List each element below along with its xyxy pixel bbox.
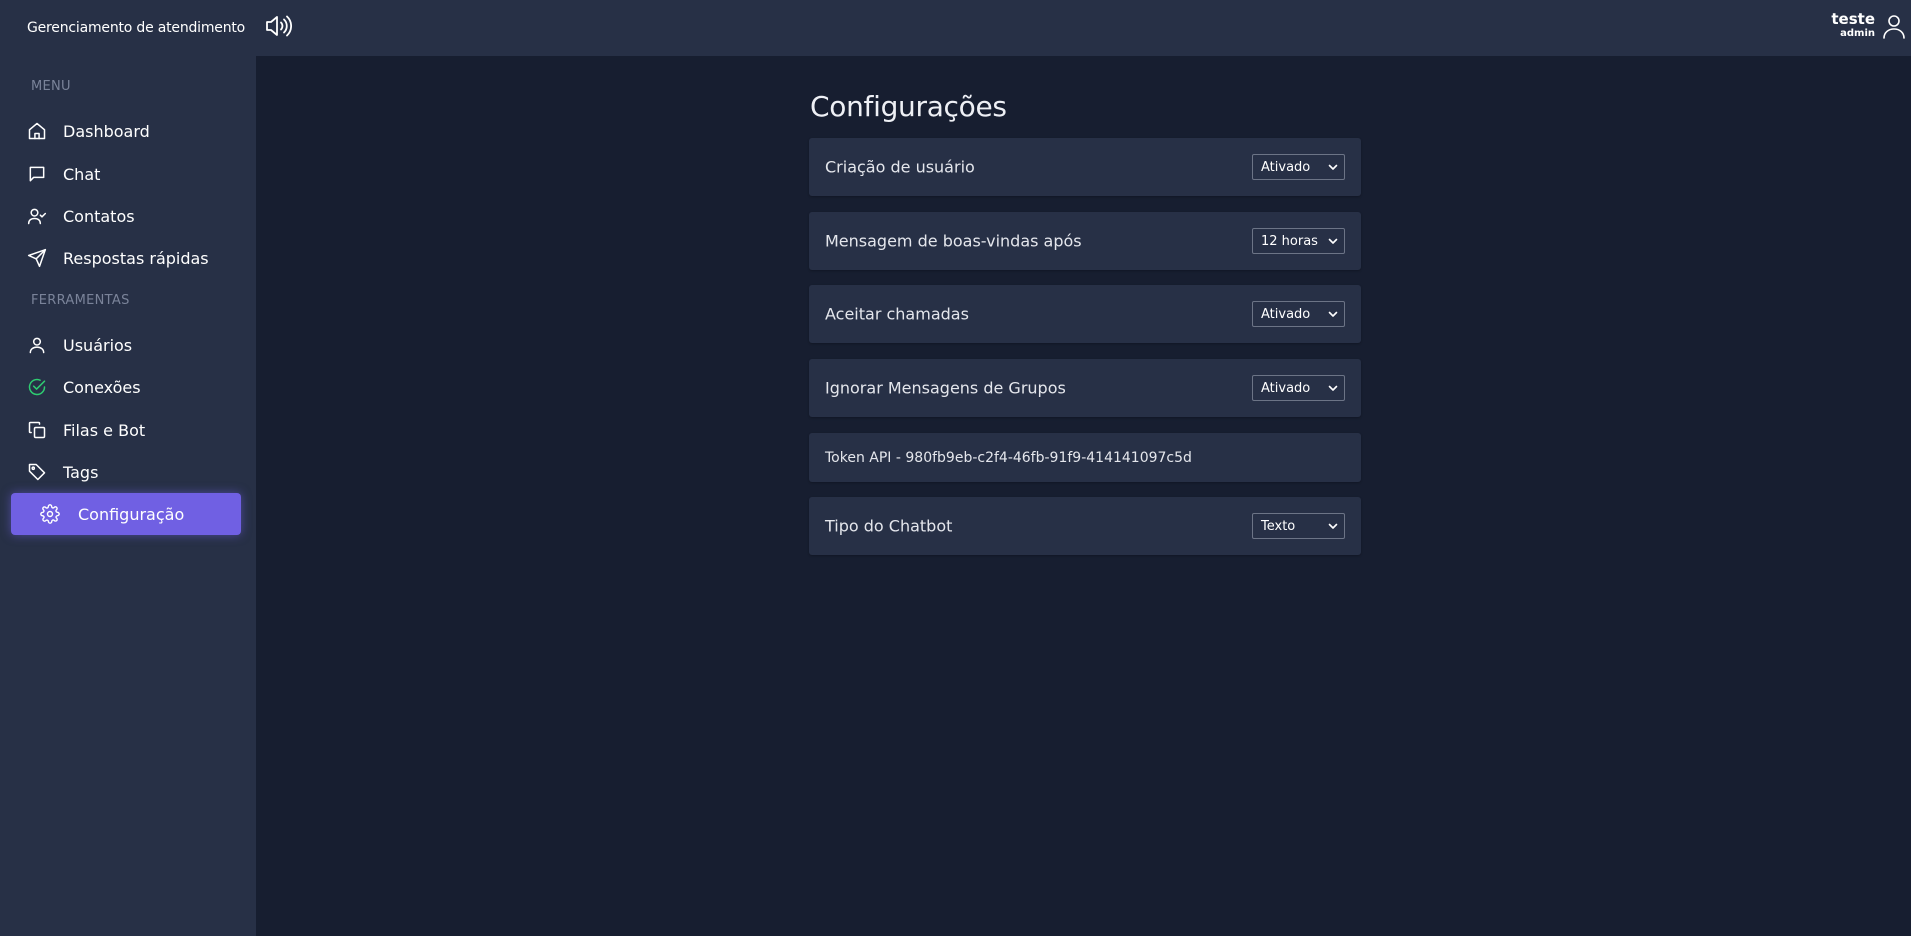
send-icon	[26, 247, 48, 269]
select-value: Ativado	[1261, 381, 1311, 396]
sidebar-item-configuracao[interactable]: Configuração	[11, 493, 241, 535]
chevron-down-icon	[1328, 164, 1338, 170]
setting-row-aceitar-chamadas: Aceitar chamadas Ativado	[809, 285, 1361, 343]
sidebar-item-label: Dashboard	[63, 121, 150, 141]
sidebar-item-contatos[interactable]: Contatos	[11, 195, 241, 237]
top-bar: teste admin	[256, 0, 1911, 56]
sidebar-item-respostas-rapidas[interactable]: Respostas rápidas	[11, 237, 241, 279]
setting-select[interactable]: Texto	[1252, 513, 1345, 539]
setting-label: Mensagem de boas-vindas após	[825, 231, 1082, 251]
setting-select[interactable]: 12 horas	[1252, 228, 1345, 254]
chevron-down-icon	[1328, 311, 1338, 317]
sidebar-item-label: Conexões	[63, 377, 141, 397]
chevron-down-icon	[1328, 238, 1338, 244]
sidebar-item-label: Respostas rápidas	[63, 248, 209, 268]
user-check-icon	[26, 205, 48, 227]
setting-select[interactable]: Ativado	[1252, 375, 1345, 401]
api-token-text: Token API - 980fb9eb-c2f4-46fb-91f9-4141…	[825, 449, 1192, 466]
setting-row-mensagem-boas-vindas: Mensagem de boas-vindas após 12 horas	[809, 212, 1361, 270]
sidebar: Gerenciamento de atendimento MENU Dashbo…	[0, 0, 256, 936]
setting-row-ignorar-grupos: Ignorar Mensagens de Grupos Ativado	[809, 359, 1361, 417]
setting-label: Aceitar chamadas	[825, 304, 969, 324]
sidebar-item-label: Configuração	[78, 504, 185, 524]
user-icon[interactable]	[1882, 13, 1906, 39]
sidebar-item-label: Chat	[63, 164, 101, 184]
home-icon	[26, 120, 48, 142]
page-title: Configurações	[810, 90, 1007, 123]
setting-select[interactable]: Ativado	[1252, 154, 1345, 180]
sidebar-item-label: Usuários	[63, 335, 133, 355]
sidebar-item-label: Contatos	[63, 206, 135, 226]
tools-section-label: FERRAMENTAS	[31, 293, 130, 308]
user-icon	[26, 334, 48, 356]
gear-icon	[39, 503, 61, 525]
setting-label: Criação de usuário	[825, 157, 975, 177]
app-title: Gerenciamento de atendimento	[27, 20, 246, 36]
user-name: teste	[1831, 10, 1875, 28]
sidebar-item-tags[interactable]: Tags	[11, 451, 241, 493]
chevron-down-icon	[1328, 523, 1338, 529]
setting-row-criacao-usuario: Criação de usuário Ativado	[809, 138, 1361, 196]
tag-icon	[26, 461, 48, 483]
user-role: admin	[1840, 28, 1875, 39]
sidebar-item-label: Tags	[63, 462, 99, 482]
setting-label: Tipo do Chatbot	[825, 516, 953, 536]
chevron-down-icon	[1328, 385, 1338, 391]
chat-bubble-icon	[26, 163, 48, 185]
sidebar-item-usuarios[interactable]: Usuários	[11, 324, 241, 366]
select-value: 12 horas	[1261, 234, 1318, 249]
copy-icon	[26, 419, 48, 441]
setting-row-tipo-chatbot: Tipo do Chatbot Texto	[809, 497, 1361, 555]
setting-row-token-api: Token API - 980fb9eb-c2f4-46fb-91f9-4141…	[809, 433, 1361, 482]
menu-section-label: MENU	[31, 79, 71, 94]
check-circle-icon	[26, 376, 48, 398]
sidebar-item-filas-e-bot[interactable]: Filas e Bot	[11, 409, 241, 451]
speaker-icon[interactable]	[264, 13, 293, 39]
setting-label: Ignorar Mensagens de Grupos	[825, 378, 1066, 398]
sidebar-item-chat[interactable]: Chat	[11, 153, 241, 195]
sidebar-item-conexoes[interactable]: Conexões	[11, 366, 241, 408]
select-value: Texto	[1261, 519, 1296, 534]
setting-select[interactable]: Ativado	[1252, 301, 1345, 327]
select-value: Ativado	[1261, 307, 1311, 322]
sidebar-item-dashboard[interactable]: Dashboard	[11, 110, 241, 152]
sidebar-item-label: Filas e Bot	[63, 420, 146, 440]
select-value: Ativado	[1261, 160, 1311, 175]
